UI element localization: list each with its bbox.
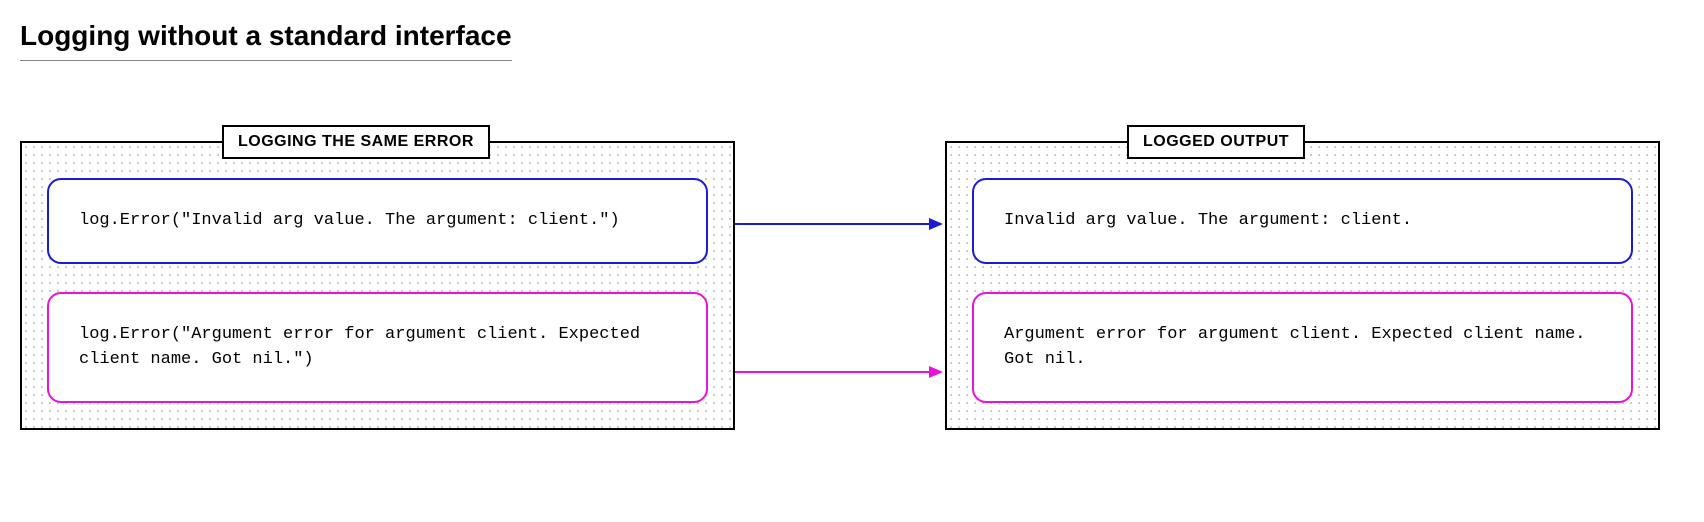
code-text: log.Error("Argument error for argument c… [79,325,640,370]
arrow-blue [735,223,941,225]
output-box-blue: Invalid arg value. The argument: client. [972,178,1633,264]
code-box-magenta: log.Error("Argument error for argument c… [47,292,708,403]
arrow-line [735,223,941,225]
diagram-title: Logging without a standard interface [20,20,512,61]
output-box-magenta: Argument error for argument client. Expe… [972,292,1633,403]
arrow-head-icon [929,218,943,230]
right-panel: LOGGED OUTPUT Invalid arg value. The arg… [945,141,1660,430]
arrow-head-icon [929,366,943,378]
left-panel-label: LOGGING THE SAME ERROR [222,125,490,159]
output-text: Invalid arg value. The argument: client. [1004,211,1412,230]
arrow-magenta [735,371,941,373]
output-text: Argument error for argument client. Expe… [1004,325,1586,370]
arrow-line [735,371,941,373]
diagram-container: LOGGING THE SAME ERROR log.Error("Invali… [20,141,1684,430]
left-panel: LOGGING THE SAME ERROR log.Error("Invali… [20,141,735,430]
code-text: log.Error("Invalid arg value. The argume… [79,211,620,230]
right-panel-label: LOGGED OUTPUT [1127,125,1305,159]
code-box-blue: log.Error("Invalid arg value. The argume… [47,178,708,264]
